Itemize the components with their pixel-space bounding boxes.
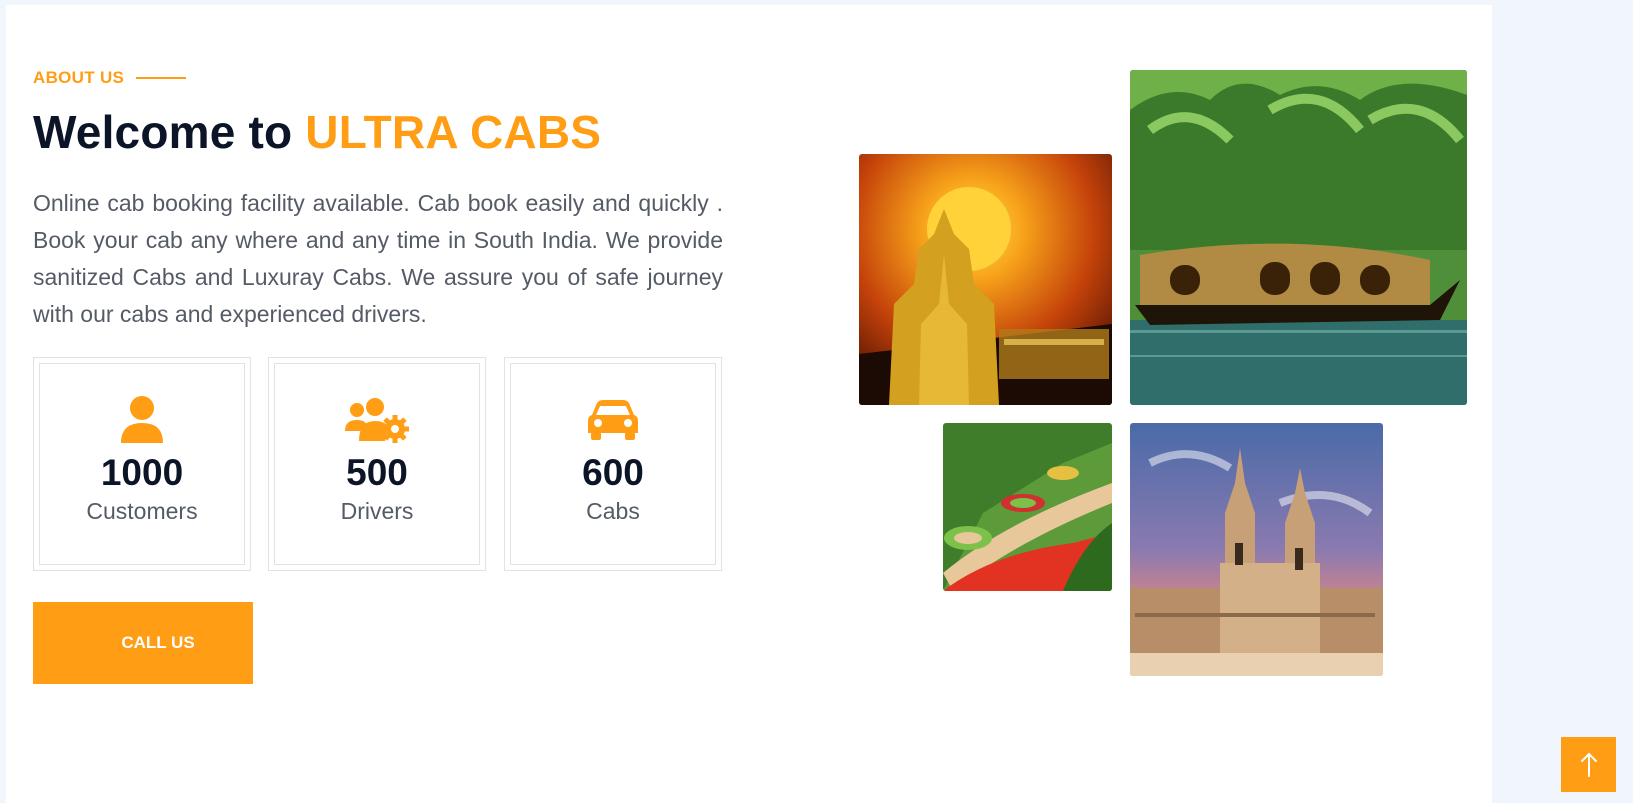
call-us-button[interactable]: CALL US — [33, 602, 253, 684]
houseboat-backwaters-image — [1130, 70, 1467, 405]
church-image — [1130, 423, 1383, 676]
title-prefix: Welcome to — [33, 106, 293, 158]
stat-value: 1000 — [100, 452, 184, 493]
stat-label: Cabs — [586, 498, 640, 524]
stat-card-customers: 1000 Customers — [33, 357, 251, 571]
eyebrow-label: ABOUT US — [33, 68, 125, 87]
title-brand: ULTRA CABS — [305, 106, 602, 158]
eyebrow-line — [136, 77, 187, 79]
stat-label: Customers — [86, 498, 198, 524]
users-gear-icon — [345, 394, 409, 446]
stat-card-drivers: 500 Drivers — [268, 357, 486, 571]
about-section: ABOUT US Welcome to ULTRA CABS Online ca… — [6, 5, 1492, 803]
page-title: Welcome to ULTRA CABS — [33, 105, 601, 159]
arrow-up-icon — [1580, 752, 1597, 777]
scroll-to-top-button[interactable] — [1561, 737, 1616, 792]
user-icon — [119, 394, 165, 446]
section-eyebrow: ABOUT US — [33, 68, 187, 88]
stat-value: 500 — [346, 452, 408, 493]
flower-garden-image — [943, 423, 1112, 591]
about-description: Online cab booking facility available. C… — [33, 190, 723, 327]
stat-card-cabs: 600 Cabs — [504, 357, 722, 571]
temple-sunset-image — [859, 154, 1112, 405]
stat-value: 600 — [582, 452, 644, 493]
stat-label: Drivers — [340, 498, 414, 524]
car-icon — [587, 394, 639, 446]
